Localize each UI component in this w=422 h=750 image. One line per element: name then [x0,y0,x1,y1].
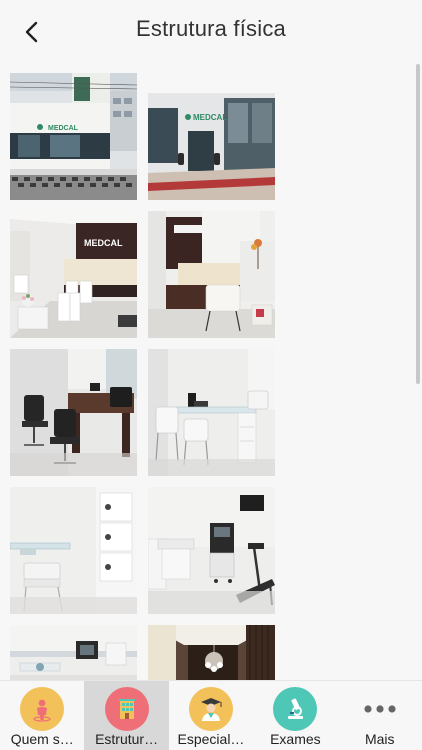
tab-label: Mais [364,731,395,747]
photo-reception-desk[interactable] [148,211,275,338]
more-dots-icon [358,687,402,731]
photo-gallery: MEDCAL MEDCAL MEDCAL [0,64,422,681]
tab-exames[interactable]: Exames [253,681,337,750]
medcal-logo-text: MEDCAL [193,113,227,122]
person-icon [20,687,65,731]
photo-exam-room-gyn[interactable] [10,487,137,614]
photo-reception-wide[interactable]: MEDCAL [10,211,137,338]
medcal-logo-text: MEDCAL [48,125,79,132]
tab-label: Quem s… [10,731,74,747]
page-title: Estrutura física [136,16,286,41]
app-screen: Estrutura física MEDCAL MEDCAL MEDCAL Qu… [0,0,422,750]
building-icon [104,687,149,731]
photo-exam-room-treadmill[interactable] [148,487,275,614]
photo-office-dark[interactable] [10,349,137,476]
tab-mais[interactable]: Mais [338,681,422,750]
tab-quem-somos[interactable]: Quem s… [0,681,84,750]
navigation-header: Estrutura física [0,0,422,64]
photo-ultrasound-room[interactable] [10,625,137,681]
bottom-tab-bar: Quem s… Estrutur… Especial… Exames Mais [0,680,422,750]
photo-facade-entrance[interactable]: MEDCAL [148,73,275,200]
photo-corridor-chandelier[interactable] [148,625,275,681]
tab-label: Exames [270,731,321,747]
tab-estrutura[interactable]: Estrutur… [84,681,169,750]
photo-office-white[interactable] [148,349,275,476]
tab-especialidades[interactable]: Especial… [169,681,253,750]
medcal-logo-text: MEDCAL [84,238,123,248]
doctor-icon [188,687,233,731]
tab-label: Estrutur… [95,731,159,747]
scroll-indicator[interactable] [416,64,420,384]
microscope-icon [273,687,318,731]
tab-label: Especial… [177,731,245,747]
photo-facade-street[interactable]: MEDCAL [10,73,137,200]
